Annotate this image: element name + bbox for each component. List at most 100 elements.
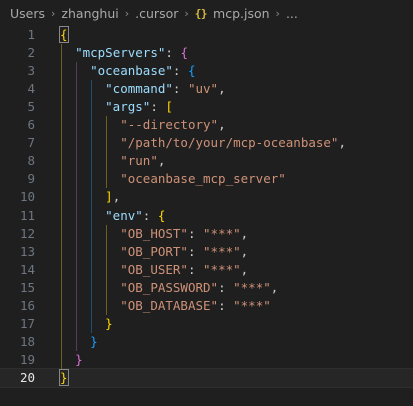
- code-text: ],: [60, 188, 120, 206]
- line-number: 3: [27, 63, 35, 79]
- code-token: {: [157, 207, 166, 223]
- line-number: 20: [19, 369, 35, 385]
- code-token: "***": [233, 297, 271, 313]
- code-token: :: [142, 207, 158, 223]
- code-token: [: [165, 99, 173, 115]
- code-line[interactable]: 20}: [0, 367, 413, 388]
- code-text: "OB_USER": "***",: [60, 261, 248, 279]
- code-token: :: [165, 45, 181, 61]
- chevron-right-icon: ›: [275, 6, 280, 20]
- code-token: :: [187, 225, 204, 241]
- json-file-icon: {}: [194, 6, 208, 20]
- code-token: {: [59, 26, 69, 43]
- code-text: {: [59, 26, 69, 44]
- line-number: 18: [19, 333, 35, 349]
- code-token: ,: [270, 279, 279, 295]
- indent-guide: [61, 44, 62, 369]
- line-number: 17: [19, 315, 35, 331]
- code-token: "OB_PASSWORD": [120, 279, 219, 295]
- line-number: 1: [27, 27, 35, 42]
- code-token: "command": [105, 81, 173, 97]
- line-number: 19: [19, 351, 35, 367]
- line-number: 16: [19, 297, 35, 313]
- code-token: :: [187, 243, 204, 259]
- code-token: }: [75, 351, 83, 367]
- code-token: :: [218, 297, 234, 313]
- code-token: :: [187, 261, 204, 277]
- code-text: "oceanbase": {: [60, 62, 196, 80]
- code-text: "OB_HOST": "***",: [60, 225, 248, 243]
- code-token: ,: [112, 189, 121, 205]
- code-token: ,: [240, 225, 249, 241]
- code-token: "oceanbase_mcp_server": [120, 171, 286, 187]
- code-text: "mcpServers": {: [60, 44, 188, 62]
- line-number: 15: [19, 279, 35, 295]
- line-number: 5: [27, 99, 35, 115]
- breadcrumb-item-symbols[interactable]: ...: [286, 6, 298, 21]
- line-number: 9: [27, 171, 35, 187]
- code-token: :: [172, 81, 188, 97]
- code-text: "command": "uv",: [60, 80, 226, 98]
- line-number: 10: [19, 189, 35, 205]
- code-token: ]: [105, 189, 113, 205]
- code-text: }: [59, 368, 69, 387]
- code-token: ,: [218, 81, 226, 97]
- code-token: "/path/to/your/mcp-oceanbase": [120, 135, 339, 151]
- code-token: "uv": [187, 81, 219, 97]
- code-editor[interactable]: 1{2 "mcpServers": {3 "oceanbase": {4 "co…: [0, 22, 413, 406]
- indent-guide: [91, 80, 93, 333]
- code-token: :: [218, 279, 234, 295]
- code-token: "OB_HOST": [120, 225, 188, 241]
- breadcrumb-item-file[interactable]: mcp.json: [213, 6, 270, 21]
- code-text: "OB_PORT": "***",: [60, 243, 248, 261]
- breadcrumb-item-zhanghui[interactable]: zhanghui: [61, 6, 118, 21]
- code-token: "OB_USER": [120, 261, 188, 277]
- breadcrumb-item-cursor[interactable]: .cursor: [135, 6, 178, 21]
- code-token: {: [180, 45, 188, 61]
- code-text: }: [60, 333, 98, 351]
- line-number: 8: [27, 153, 35, 169]
- code-token: :: [150, 99, 166, 115]
- breadcrumb-item-users[interactable]: Users: [10, 6, 45, 21]
- code-token: ,: [157, 153, 166, 169]
- code-token: "env": [105, 207, 143, 223]
- code-text: "--directory",: [60, 116, 225, 134]
- line-number: 12: [19, 225, 35, 241]
- code-token: ,: [338, 135, 346, 151]
- chevron-right-icon: ›: [51, 6, 56, 20]
- indent-guide: [106, 116, 108, 189]
- editor-window: Users › zhanghui › .cursor › {} mcp.json…: [0, 0, 413, 406]
- code-token: "args": [105, 99, 151, 115]
- code-token: {: [187, 63, 196, 79]
- indent-guide: [106, 224, 108, 315]
- code-token: "OB_PORT": [120, 243, 188, 259]
- line-number: 2: [27, 45, 35, 61]
- code-token: "***": [203, 243, 241, 259]
- code-text: "OB_PASSWORD": "***",: [60, 279, 278, 297]
- code-token: "mcpServers": [75, 45, 166, 61]
- code-token: ,: [240, 261, 249, 277]
- line-number: 7: [27, 135, 35, 151]
- code-text: "oceanbase_mcp_server": [60, 170, 286, 188]
- code-token: "--directory": [120, 117, 219, 133]
- code-token: "***": [203, 225, 241, 241]
- code-token: "run": [120, 153, 158, 169]
- code-token: ,: [240, 243, 249, 259]
- indent-guide: [76, 62, 78, 351]
- code-line[interactable]: 1{: [0, 26, 413, 44]
